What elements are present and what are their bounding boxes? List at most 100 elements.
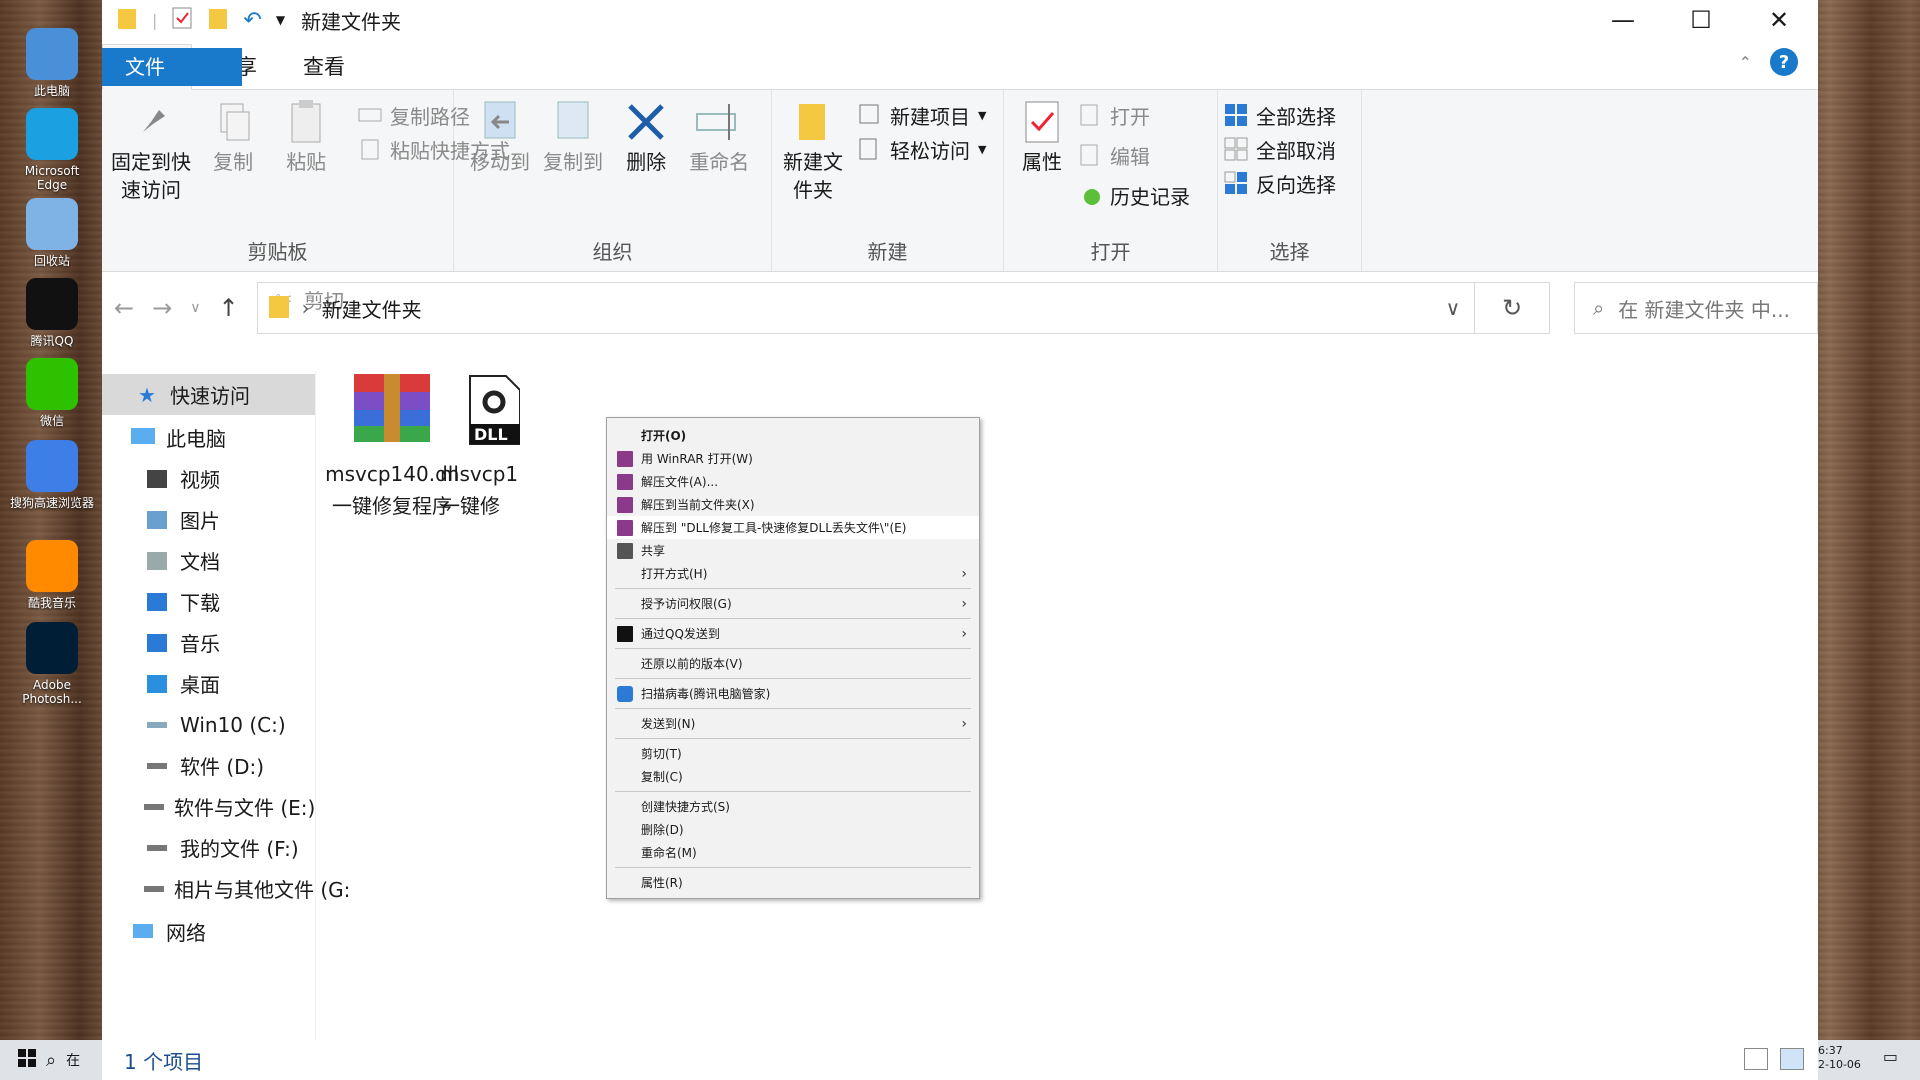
new-folder-icon[interactable] bbox=[207, 5, 229, 35]
help-icon[interactable]: ? bbox=[1770, 48, 1798, 76]
desktop-icon[interactable]: 微信 bbox=[8, 358, 96, 428]
context-menu-item[interactable]: 用 WinRAR 打开(W) bbox=[607, 447, 979, 470]
nav-item[interactable]: 相片与其他文件 (G: bbox=[102, 868, 350, 909]
properties-button[interactable]: 属性 bbox=[1010, 98, 1074, 176]
nav-item[interactable]: 软件 (D:) bbox=[102, 745, 315, 786]
nav-quick-access[interactable]: ★ 快速访问 bbox=[102, 374, 315, 415]
context-menu-item[interactable]: 重命名(M) bbox=[607, 841, 979, 864]
edit-button[interactable]: 编辑 bbox=[1078, 138, 1190, 172]
undo-icon[interactable]: ↶ bbox=[243, 8, 261, 33]
nav-this-pc-label: 此电脑 bbox=[166, 427, 226, 451]
desktop-icon[interactable]: 腾讯QQ bbox=[8, 278, 96, 348]
easy-access-label: 轻松访问 bbox=[890, 138, 970, 163]
desktop-icon-label: 腾讯QQ bbox=[30, 334, 74, 348]
context-menu-item[interactable]: 解压到 "DLL修复工具-快速修复DLL丢失文件\"(E) bbox=[607, 516, 979, 539]
context-menu-item[interactable]: 删除(D) bbox=[607, 818, 979, 841]
up-arrow-icon[interactable]: ↑ bbox=[218, 294, 238, 322]
context-menu-item[interactable]: 复制(C) bbox=[607, 765, 979, 788]
desktop-icon[interactable]: 此电脑 bbox=[8, 28, 96, 98]
context-menu-item[interactable]: 解压到当前文件夹(X) bbox=[607, 493, 979, 516]
context-menu-item[interactable]: 还原以前的版本(V) bbox=[607, 652, 979, 675]
open-button[interactable]: 打开 bbox=[1078, 98, 1190, 132]
nav-this-pc[interactable]: 此电脑 bbox=[102, 417, 315, 458]
context-menu-item[interactable]: 扫描病毒(腾讯电脑管家) bbox=[607, 682, 979, 705]
winrar-icon bbox=[617, 474, 633, 490]
select-all-button[interactable]: 全部选择 bbox=[1224, 98, 1355, 132]
drive-icon bbox=[144, 753, 170, 779]
organize-group-label: 组织 bbox=[592, 240, 633, 264]
desktop-icon[interactable]: 酷我音乐 bbox=[8, 540, 96, 610]
windows-start-icon[interactable] bbox=[18, 1049, 36, 1071]
desktop-icon[interactable]: Microsoft Edge bbox=[8, 108, 96, 192]
chevron-down-icon[interactable]: ▼ bbox=[276, 13, 285, 27]
notification-icon[interactable]: ▭ bbox=[1883, 1049, 1898, 1065]
details-view-icon[interactable] bbox=[1744, 1048, 1768, 1070]
file-item[interactable]: DLL msvcp1 一键修 bbox=[440, 372, 520, 522]
context-menu-item[interactable]: 创建快捷方式(S) bbox=[607, 795, 979, 818]
history-button[interactable]: 历史记录 bbox=[1078, 178, 1190, 212]
recent-locations-chevron-icon[interactable]: ∨ bbox=[190, 300, 200, 316]
nav-item[interactable]: 图片 bbox=[102, 499, 315, 540]
desktop-icon[interactable]: 回收站 bbox=[8, 198, 96, 268]
taskbar-search-hint[interactable]: 在 bbox=[66, 1050, 80, 1070]
new-item-button[interactable]: 新建项目 ▼ bbox=[858, 98, 986, 132]
context-menu-item[interactable]: 打开方式(H) › bbox=[607, 562, 979, 585]
nav-item[interactable]: 音乐 bbox=[102, 622, 315, 663]
chevron-down-icon: ▼ bbox=[978, 108, 987, 122]
nav-item[interactable]: 我的文件 (F:) bbox=[102, 827, 315, 868]
chevron-down-icon[interactable]: ∨ bbox=[1446, 296, 1461, 320]
desktop-icon[interactable]: 搜狗高速浏览器 bbox=[8, 440, 96, 510]
tab-view[interactable]: 查看 bbox=[280, 43, 368, 89]
context-menu-item[interactable]: 剪切(T) bbox=[607, 742, 979, 765]
breadcrumb-current[interactable]: 新建文件夹 bbox=[322, 294, 422, 323]
context-menu-item[interactable]: 打开(O) bbox=[607, 424, 979, 447]
refresh-button[interactable]: ↻ bbox=[1475, 282, 1550, 334]
new-folder-button[interactable]: 新建文件夹 bbox=[778, 98, 848, 204]
paste-button[interactable]: 粘贴 bbox=[272, 98, 340, 176]
nav-item[interactable]: 视频 bbox=[102, 458, 315, 499]
sogou-browser-icon bbox=[26, 440, 78, 492]
back-arrow-icon[interactable]: ← bbox=[114, 294, 134, 322]
tab-file[interactable]: 文件 bbox=[102, 48, 242, 86]
nav-network[interactable]: 网络 bbox=[102, 911, 315, 952]
context-menu-item[interactable]: 通过QQ发送到 › bbox=[607, 622, 979, 645]
context-menu-item[interactable]: 发送到(N) › bbox=[607, 712, 979, 735]
maximize-button[interactable]: ☐ bbox=[1662, 0, 1740, 40]
context-menu-item[interactable]: 共享 bbox=[607, 539, 979, 562]
context-menu-label: 用 WinRAR 打开(W) bbox=[641, 452, 753, 466]
nav-item-label: 图片 bbox=[180, 509, 220, 533]
desktop-icon[interactable]: Adobe Photosh... bbox=[8, 622, 96, 706]
group-new: 新建文件夹 新建项目 ▼ 轻松访问 ▼ 新建 bbox=[772, 90, 1004, 271]
select-none-button[interactable]: 全部取消 bbox=[1224, 132, 1355, 166]
context-menu-item[interactable]: 属性(R) bbox=[607, 871, 979, 894]
delete-label: 删除 bbox=[626, 150, 667, 174]
copy-button[interactable]: 复制 bbox=[199, 98, 267, 176]
invert-selection-button[interactable]: 反向选择 bbox=[1224, 166, 1355, 200]
easy-access-button[interactable]: 轻松访问 ▼ bbox=[858, 132, 986, 166]
copy-to-button[interactable]: 复制到 bbox=[539, 98, 607, 176]
forward-arrow-icon[interactable]: → bbox=[152, 294, 172, 322]
copy-icon bbox=[209, 98, 257, 146]
large-icons-view-icon[interactable] bbox=[1780, 1048, 1804, 1070]
pin-quick-access-button[interactable]: 固定到快速访问 bbox=[108, 98, 194, 204]
collapse-ribbon-icon[interactable]: ⌃ bbox=[1739, 53, 1752, 72]
nav-item[interactable]: 桌面 bbox=[102, 663, 315, 704]
context-menu-item[interactable]: 授予访问权限(G) › bbox=[607, 592, 979, 615]
nav-item[interactable]: 文档 bbox=[102, 540, 315, 581]
delete-button[interactable]: 删除 bbox=[612, 98, 680, 176]
rename-button[interactable]: 重命名 bbox=[685, 98, 753, 176]
properties-check-icon[interactable] bbox=[171, 6, 193, 34]
clock-date: 2-10-06 bbox=[1818, 1058, 1861, 1071]
nav-item[interactable]: Win10 (C:) bbox=[102, 704, 315, 745]
close-button[interactable]: ✕ bbox=[1740, 0, 1818, 40]
navigation-pane: ★ 快速访问 此电脑 视频图片文档 下载 音乐 桌面 Win10 (C:) 软件 (D:) 软… bbox=[102, 372, 350, 1040]
divider: | bbox=[152, 10, 158, 30]
search-input[interactable]: ⌕ 在 新建文件夹 中... bbox=[1573, 282, 1818, 334]
move-to-button[interactable]: 移动到 bbox=[466, 98, 534, 176]
minimize-button[interactable]: — bbox=[1584, 0, 1662, 40]
nav-item[interactable]: 软件与文件 (E:) bbox=[102, 786, 315, 827]
search-icon[interactable]: ⌕ bbox=[46, 1050, 56, 1071]
nav-item[interactable]: 下载 bbox=[102, 581, 315, 622]
address-bar[interactable]: › 新建文件夹 ∨ bbox=[256, 282, 1476, 334]
context-menu-item[interactable]: 解压文件(A)... bbox=[607, 470, 979, 493]
